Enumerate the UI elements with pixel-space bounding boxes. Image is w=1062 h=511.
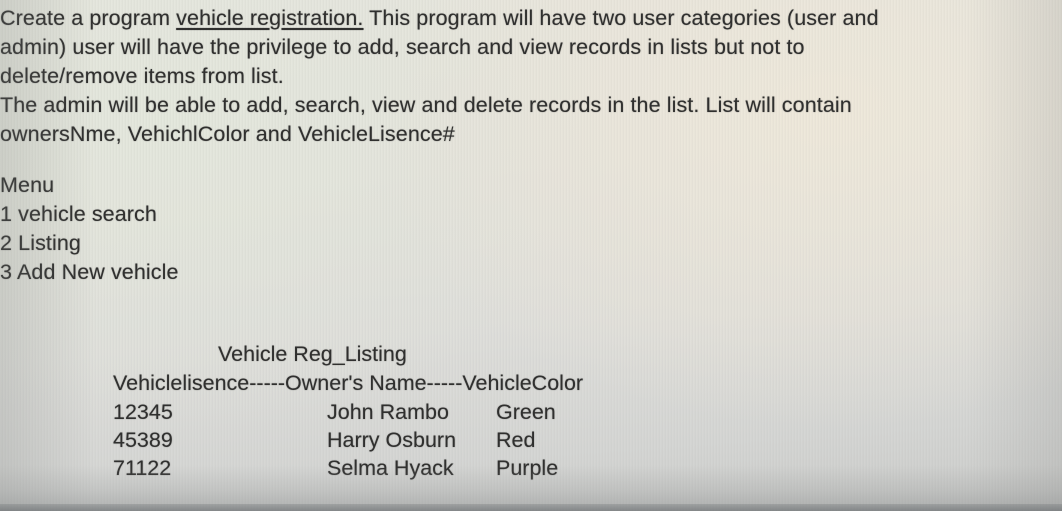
- listing-column-header: Vehiclelisence-----Owner's Name-----Vehi…: [113, 371, 584, 395]
- row-color: Green: [496, 400, 556, 424]
- menu-block: Menu 1 vehicle search 2 Listing 3 Add Ne…: [0, 171, 930, 287]
- intro-line-1: Create a program vehicle registration. T…: [0, 4, 930, 33]
- table-row: 12345 John Rambo Green: [113, 398, 1043, 426]
- menu-heading: Menu: [0, 173, 55, 197]
- intro-paragraph: Create a program vehicle registration. T…: [0, 4, 930, 91]
- listing-title: Vehicle Reg_Listing: [218, 342, 407, 366]
- handwritten-notes-photo: Create a program vehicle registration. T…: [0, 0, 1062, 511]
- vehicle-listing-block: Vehicle Reg_Listing Vehiclelisence-----O…: [113, 340, 1043, 482]
- intro-line-3: delete/remove items from list.: [0, 64, 284, 88]
- intro-line-2: admin) user will have the privilege to a…: [0, 35, 805, 59]
- table-row: 45389 Harry Osburn Red: [113, 426, 1043, 454]
- row-licence: 71122: [113, 456, 172, 480]
- row-color: Purple: [496, 456, 559, 480]
- menu-item-2: 2 Listing: [0, 231, 81, 255]
- row-licence: 12345: [113, 400, 173, 424]
- intro-line-1-part-b: This program will have two user categori…: [363, 6, 879, 30]
- row-owner: Selma Hyack: [327, 456, 454, 480]
- intro-underlined-phrase: vehicle registration.: [176, 6, 364, 30]
- bottom-edge-strip: [0, 504, 1062, 511]
- row-licence: 45389: [113, 428, 173, 452]
- menu-item-1: 1 vehicle search: [0, 202, 157, 226]
- row-color: Red: [496, 428, 536, 452]
- admin-line-2: ownersNme, VehichlColor and VehicleLisen…: [0, 122, 455, 146]
- admin-line-1: The admin will be able to add, search, v…: [0, 93, 852, 117]
- admin-paragraph: The admin will be able to add, search, v…: [0, 91, 930, 149]
- menu-item-3: 3 Add New vehicle: [0, 260, 179, 284]
- row-owner: Harry Osburn: [327, 428, 457, 452]
- table-row: 71122 Selma Hyack Purple: [113, 454, 1043, 482]
- intro-line-1-part-a: Create a program: [0, 6, 177, 30]
- row-owner: John Rambo: [327, 400, 449, 424]
